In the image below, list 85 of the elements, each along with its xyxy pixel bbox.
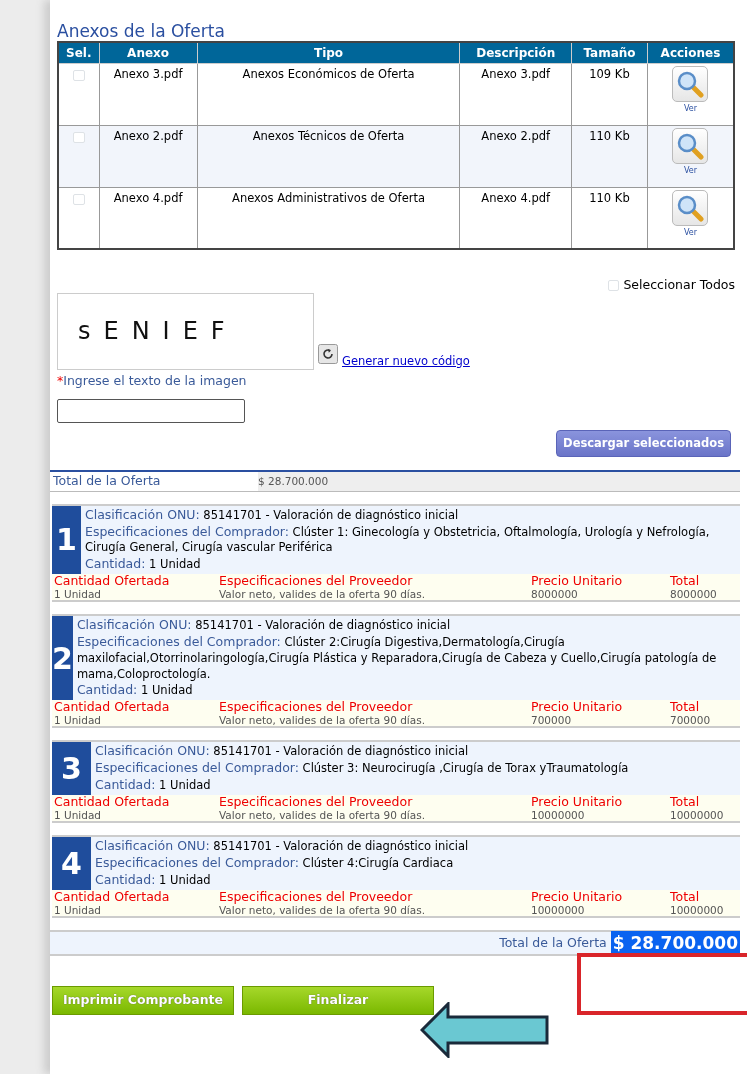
buyer-spec-text: Especificaciones del Comprador: Clúster 3: Neurocirugía ,Cirugía de Torax yTraumatología — [95, 760, 630, 778]
offer-header: Precio Unitario — [531, 795, 624, 810]
offer-header: Precio Unitario — [531, 699, 624, 715]
offer-value: 700000 — [531, 714, 573, 727]
offer-header: Especificaciones del Proveedor — [219, 890, 414, 905]
offer-header: Especificaciones del Proveedor — [219, 795, 414, 810]
magnifier-icon — [676, 131, 705, 160]
table-cell: Anexos Económicos de Oferta — [197, 63, 460, 126]
offer-header: Precio Unitario — [531, 890, 624, 905]
summary-label: Total de la Oferta — [52, 471, 162, 490]
view-link[interactable]: Ver — [649, 164, 731, 177]
offer-value: 1 Unidad — [54, 904, 103, 917]
column-header: Tipo — [197, 41, 460, 64]
offer-header: Cantidad Ofertada — [54, 795, 171, 810]
offer-value: 10000000 — [531, 809, 586, 822]
captcha-label: *Ingrese el texto de la imagen — [57, 371, 248, 390]
view-link[interactable]: Ver — [649, 102, 731, 115]
offer-header: Especificaciones del Proveedor — [219, 699, 414, 715]
table-cell: 109 Kb — [571, 63, 648, 126]
offer-value: Valor neto, valides de la oferta 90 días. — [219, 588, 426, 601]
view-button[interactable] — [672, 189, 709, 226]
offer-header: Precio Unitario — [531, 573, 624, 589]
classification-text: Clasificación ONU: 85141701 - Valoración de diagnóstico inicial — [76, 617, 452, 635]
column-header: Tamaño — [571, 41, 648, 64]
refresh-link[interactable]: Generar nuevo código — [342, 352, 470, 370]
offer-value: Valor neto, valides de la oferta 90 días. — [219, 809, 426, 822]
column-header: Anexo — [99, 41, 198, 64]
quantity-text: Cantidad: 1 Unidad — [95, 777, 212, 794]
offer-value: 1 Unidad — [54, 714, 103, 727]
offer-header: Total — [670, 890, 701, 905]
quantity-text: Cantidad: 1 Unidad — [85, 555, 202, 573]
offer-header: Especificaciones del Proveedor — [219, 573, 414, 589]
view-button[interactable] — [672, 65, 709, 102]
offer-value: 10000000 — [670, 904, 725, 917]
quantity-text: Cantidad: 1 Unidad — [76, 682, 194, 699]
row-checkbox[interactable] — [73, 131, 85, 144]
section-title: Anexos de la Oferta — [57, 22, 226, 41]
column-header: Sel. — [58, 41, 100, 64]
magnifier-icon — [676, 69, 705, 98]
classification-text: Clasificación ONU: 85141701 - Valoración de diagnóstico inicial — [85, 506, 460, 524]
item-number: 4 — [52, 837, 91, 891]
offer-header: Total — [670, 699, 701, 715]
select-all-label[interactable]: Seleccionar Todos — [623, 276, 735, 295]
row-checkbox[interactable] — [73, 69, 85, 82]
item-number: 2 — [52, 616, 73, 700]
table-cell: 110 Kb — [571, 125, 648, 188]
buyer-spec-text: Especificaciones del Comprador: Clúster 2:Cirugía Digestiva,Dermatología,Cirugía maxilofacial,Otorrinolaringología,Cirugía Plástica y Reparadora,Cirugía de Cabeza y Cuello,Cirugía patología de mama,Coloproctología. — [76, 634, 718, 683]
table-cell: Anexo 2.pdf — [460, 125, 572, 188]
offer-value: 8000000 — [531, 588, 579, 601]
offer-header: Total — [670, 573, 701, 589]
captcha-text: sENIEF — [78, 316, 238, 348]
view-button[interactable] — [672, 127, 709, 164]
column-header: Descripción — [460, 41, 572, 64]
offer-value: 700000 — [670, 714, 712, 727]
buyer-spec-text: Especificaciones del Comprador: Clúster 1: Ginecología y Obstetricia, Oftalmología, Urología y Nefrología, Cirugía General, Cirugía vascular Periférica — [85, 523, 711, 556]
offer-header: Cantidad Ofertada — [54, 890, 171, 905]
quantity-text: Cantidad: 1 Unidad — [95, 872, 212, 890]
select-all-checkbox[interactable] — [607, 279, 620, 292]
buyer-spec-text: Especificaciones del Comprador: Clúster 4:Cirugía Cardiaca — [95, 855, 455, 873]
captcha-input[interactable] — [57, 398, 245, 423]
row-checkbox[interactable] — [73, 193, 85, 206]
offer-header: Total — [670, 795, 701, 810]
offer-value: 1 Unidad — [54, 809, 103, 822]
view-link[interactable]: Ver — [649, 226, 731, 239]
offer-value: 10000000 — [531, 904, 586, 917]
offer-value: 10000000 — [670, 809, 725, 822]
item-number: 1 — [52, 505, 81, 574]
column-header: Acciones — [647, 41, 734, 64]
offer-header: Cantidad Ofertada — [54, 699, 171, 715]
classification-text: Clasificación ONU: 85141701 - Valoración de diagnóstico inicial — [95, 743, 470, 761]
table-cell: Anexos Técnicos de Oferta — [197, 125, 460, 188]
magnifier-icon — [676, 193, 705, 222]
table-cell: Anexo 3.pdf — [99, 63, 198, 126]
table-cell: Anexo 3.pdf — [460, 63, 572, 126]
offer-value: Valor neto, valides de la oferta 90 días. — [219, 714, 426, 727]
offer-value: Valor neto, valides de la oferta 90 días. — [219, 904, 426, 917]
offer-header: Cantidad Ofertada — [54, 573, 171, 589]
refresh-icon[interactable] — [318, 343, 338, 364]
grand-total-label: Total de la Oferta — [499, 934, 607, 953]
offer-value: 8000000 — [670, 588, 718, 601]
offer-value: 1 Unidad — [54, 588, 103, 601]
classification-text: Clasificación ONU: 85141701 - Valoración de diagnóstico inicial — [95, 838, 470, 856]
table-cell: Anexo 2.pdf — [99, 125, 198, 188]
summary-value: $ 28.700.000 — [258, 471, 740, 491]
item-number: 3 — [52, 742, 91, 795]
